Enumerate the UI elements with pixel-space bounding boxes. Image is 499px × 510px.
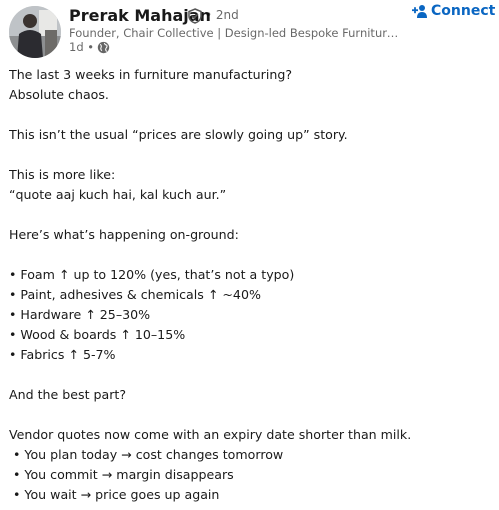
connection-degree: • 2nd — [205, 8, 239, 22]
post-text-line: • Wood & boards ↑ 10–15% — [9, 327, 186, 342]
post-text-line: “quote aaj kuch hai, kal kuch aur.” — [9, 187, 227, 202]
verified-shield-icon — [187, 8, 203, 24]
post-text-line: Vendor quotes now come with an expiry da… — [9, 427, 412, 442]
post-text-line: This isn’t the usual “prices are slowly … — [9, 127, 348, 142]
author-avatar[interactable] — [9, 6, 61, 58]
connect-button[interactable]: Connect — [412, 3, 495, 19]
globe-icon — [97, 41, 110, 54]
post-time: 1d • — [69, 40, 95, 54]
post-text-line: • Paint, adhesives & chemicals ↑ ~40% — [9, 287, 261, 302]
post-text-line: Here’s what’s happening on-ground: — [9, 227, 239, 242]
author-headline[interactable]: Founder, Chair Collective | Design-led B… — [69, 26, 399, 40]
post-text-line: • Fabrics ↑ 5-7% — [9, 347, 116, 362]
post-text-line: • You plan today → cost changes tomorrow — [9, 447, 284, 462]
post-text-line: • You wait → price goes up again — [9, 487, 220, 502]
post-text-line: And the best part? — [9, 387, 127, 402]
post-text-line: • Hardware ↑ 25–30% — [9, 307, 151, 322]
post-body: The last 3 weeks in furniture manufactur… — [9, 65, 489, 505]
post-text-line: • You commit → margin disappears — [9, 467, 234, 482]
connect-label: Connect — [431, 3, 496, 19]
post-meta: 1d • — [69, 40, 110, 54]
post-text-line: • Foam ↑ up to 120% (yes, that’s not a t… — [9, 267, 295, 282]
post-text-line: Absolute chaos. — [9, 87, 109, 102]
feed-post: Prerak Mahajan • 2nd Founder, Chair Coll… — [0, 0, 499, 510]
add-person-icon — [412, 3, 428, 19]
post-text-line: This is more like: — [9, 167, 116, 182]
post-text-line: The last 3 weeks in furniture manufactur… — [9, 67, 293, 82]
